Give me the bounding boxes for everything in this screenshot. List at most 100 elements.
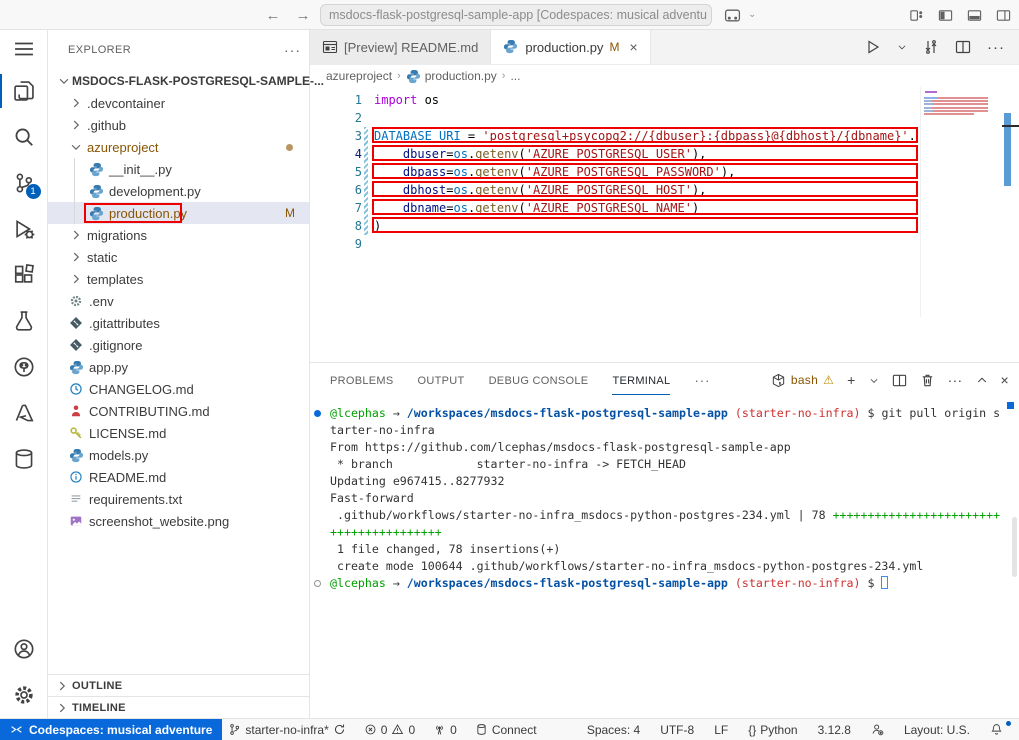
language-status-item[interactable]: {} Python (742, 723, 803, 737)
close-icon[interactable]: × (629, 39, 637, 55)
database-icon[interactable] (0, 436, 48, 482)
terminal-command-decoration[interactable] (314, 410, 321, 417)
tree-item--env[interactable]: .env (48, 290, 309, 312)
tree-item--gitignore[interactable]: .gitignore (48, 334, 309, 356)
menu-icon[interactable] (0, 30, 48, 68)
command-center-search[interactable]: msdocs-flask-postgresql-sample-app [Code… (320, 4, 712, 26)
tab-readme-preview[interactable]: [Preview] README.md (310, 30, 491, 64)
outline-section[interactable]: OUTLINE (48, 674, 309, 696)
terminal-profile-bash[interactable]: bash ⚠ (771, 373, 834, 388)
outline-label: OUTLINE (72, 680, 122, 692)
annotation-red-box (372, 127, 918, 143)
terminal[interactable]: @lcephas → /workspaces/msdocs-flask-post… (310, 397, 1019, 718)
tree-item-app-py[interactable]: app.py (48, 356, 309, 378)
azure-icon[interactable] (0, 390, 48, 436)
customize-layout-icon[interactable] (909, 8, 924, 23)
chevron-down-icon[interactable]: ⌄ (748, 9, 756, 20)
branch-status-item[interactable]: starter-no-infra* (222, 723, 351, 737)
explorer-more-actions[interactable]: ··· (284, 42, 301, 58)
terminal-command-decoration[interactable] (314, 580, 321, 587)
remote-indicator[interactable]: Codespaces: musical adventure (0, 719, 222, 740)
timeline-section[interactable]: TIMELINE (48, 696, 309, 718)
overview-ruler-modified-marker[interactable] (1004, 113, 1011, 186)
tree-item-contributing-md[interactable]: CONTRIBUTING.md (48, 400, 309, 422)
split-terminal-icon[interactable] (892, 373, 907, 388)
tree-item-development-py[interactable]: development.py (48, 180, 309, 202)
explorer-icon[interactable] (0, 68, 48, 114)
tree-item--github[interactable]: .github (48, 114, 309, 136)
layout-status-item[interactable]: Layout: U.S. (898, 723, 976, 737)
minimap[interactable] (920, 87, 990, 317)
titlebar: ← → msdocs-flask-postgresql-sample-app [… (0, 0, 1019, 30)
tab-output[interactable]: OUTPUT (418, 366, 465, 394)
tree-item-models-py[interactable]: models.py (48, 444, 309, 466)
search-icon[interactable] (0, 114, 48, 160)
more-actions-icon[interactable]: ··· (987, 39, 1005, 56)
split-editor-icon[interactable] (955, 39, 971, 55)
chevron-right-icon (68, 271, 84, 287)
compare-changes-icon[interactable] (923, 39, 939, 55)
tab-terminal[interactable]: TERMINAL (612, 366, 670, 395)
tree-item-license-md[interactable]: LICENSE.md (48, 422, 309, 444)
tree-item-requirements-txt[interactable]: requirements.txt (48, 488, 309, 510)
feedback-status-item[interactable] (865, 723, 890, 736)
connect-status-item[interactable]: Connect (469, 723, 543, 737)
python-icon (88, 161, 104, 177)
kill-terminal-icon[interactable] (920, 373, 935, 388)
tree-item-root-folder[interactable]: MSDOCS-FLASK-POSTGRESQL-SAMPLE-... (48, 70, 309, 92)
toggle-panel-icon[interactable] (967, 8, 982, 23)
run-dropdown-icon[interactable] (897, 39, 907, 55)
new-terminal-icon[interactable]: + (847, 372, 855, 388)
toggle-secondary-sidebar-icon[interactable] (996, 8, 1011, 23)
tree-item--init-py[interactable]: __init__.py (48, 158, 309, 180)
tree-item-migrations[interactable]: migrations (48, 224, 309, 246)
codespaces-remote-icon[interactable] (724, 7, 741, 24)
account-icon[interactable] (0, 626, 48, 672)
problems-status-item[interactable]: 0 0 (358, 723, 421, 737)
tree-item-readme-md[interactable]: README.md (48, 466, 309, 488)
close-panel-icon[interactable]: × (1001, 372, 1009, 388)
code-editor[interactable]: 123456789 import osDATABASE_URI = 'postg… (310, 87, 1019, 362)
tree-item-templates[interactable]: templates (48, 268, 309, 290)
test-beaker-icon[interactable] (0, 298, 48, 344)
tree-item-screenshot-website-png[interactable]: screenshot_website.png (48, 510, 309, 532)
tab-problems[interactable]: PROBLEMS (330, 366, 394, 394)
breadcrumb-folder[interactable]: azureproject (326, 69, 392, 83)
python-version-status-item[interactable]: 3.12.8 (812, 723, 857, 737)
breadcrumb-file[interactable]: production.py (425, 69, 497, 83)
tree-item-static[interactable]: static (48, 246, 309, 268)
tree-item--devcontainer[interactable]: .devcontainer (48, 92, 309, 114)
settings-gear-icon[interactable] (0, 672, 48, 718)
terminal-scrollbar[interactable] (1012, 517, 1017, 577)
toggle-primary-sidebar-icon[interactable] (938, 8, 953, 23)
indentation-status-item[interactable]: Spaces: 4 (581, 723, 646, 737)
github-icon[interactable] (0, 344, 48, 390)
back-arrow-icon[interactable]: ← (262, 4, 284, 26)
notifications-bell[interactable] (984, 723, 1009, 736)
ports-count: 0 (450, 723, 457, 737)
ports-status-item[interactable]: 0 (427, 723, 463, 737)
encoding-status-item[interactable]: UTF-8 (654, 723, 700, 737)
tab-production-py[interactable]: production.py M × (491, 30, 650, 64)
python-icon (68, 359, 84, 375)
panel-more-actions-icon[interactable]: ··· (948, 372, 963, 388)
eol-status-item[interactable]: LF (708, 723, 734, 737)
terminal-line: From https://github.com/lcephas/msdocs-f… (330, 439, 1011, 456)
errors-count: 0 (381, 723, 388, 737)
tree-item-production-py[interactable]: production.pyM (48, 202, 309, 224)
tab-debug-console[interactable]: DEBUG CONSOLE (489, 366, 589, 394)
maximize-panel-icon[interactable] (976, 373, 988, 388)
source-control-icon[interactable]: 1 (0, 160, 48, 206)
terminal-line: @lcephas → /workspaces/msdocs-flask-post… (330, 405, 1011, 422)
tree-item-azureproject[interactable]: azureproject (48, 136, 309, 158)
terminal-dropdown-icon[interactable] (869, 373, 879, 388)
run-button[interactable] (865, 39, 881, 55)
run-debug-icon[interactable] (0, 206, 48, 252)
extensions-icon[interactable] (0, 252, 48, 298)
tree-item-changelog-md[interactable]: CHANGELOG.md (48, 378, 309, 400)
breadcrumb-symbol[interactable]: ... (510, 69, 520, 83)
tree-item--gitattributes[interactable]: .gitattributes (48, 312, 309, 334)
panel-more-tabs-icon[interactable]: ··· (694, 373, 710, 388)
forward-arrow-icon[interactable]: → (292, 4, 314, 26)
file-label: CHANGELOG.md (89, 382, 194, 397)
